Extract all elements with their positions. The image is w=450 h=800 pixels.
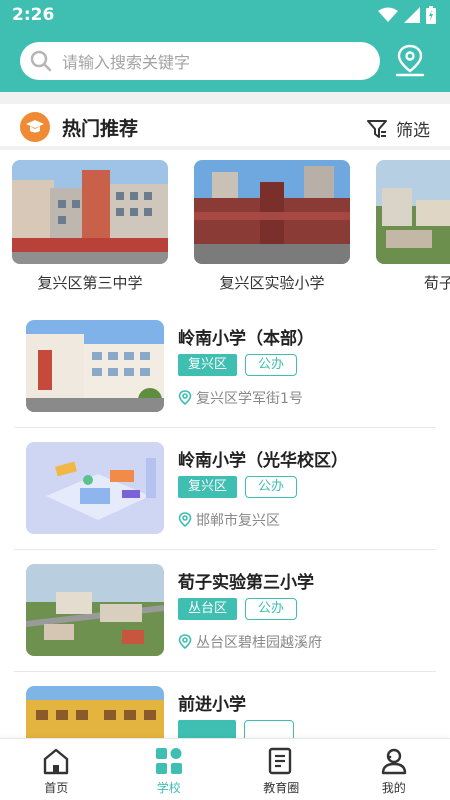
tab-label: 我的 [381,781,406,795]
school-name: 前进小学 [178,695,246,715]
school-list-item[interactable]: 岭南小学（光华校区） 复兴区 公办 邯郸市复兴区 [14,428,436,550]
featured-card[interactable]: 复兴区第三中学 [12,160,168,293]
school-photo [12,160,168,264]
featured-card[interactable]: 荀子实验 [376,160,450,293]
tab-school[interactable]: 学校 [113,739,226,800]
search-input[interactable]: 请输入搜索关键字 [20,42,380,80]
school-name: 荀子实验第三小学 [178,573,314,593]
status-bar: 2:26 [0,0,450,32]
school-type-tag: 公办 [245,354,298,376]
section-gap [0,92,450,104]
school-thumbnail [26,442,164,534]
school-type-tag: 公办 [245,476,298,498]
featured-name: 荀子实验 [423,274,450,292]
district-tag: 丛台区 [178,598,238,620]
news-icon [269,747,292,775]
school-photo [376,160,450,264]
battery-icon [426,6,436,24]
bottom-tab-bar: 首页 学校 教育圈 我的 [0,738,450,800]
featured-carousel[interactable]: 复兴区第三中学 复兴区实验小学 荀子实验 [0,160,450,300]
location-pin-icon [178,634,192,650]
featured-name: 复兴区实验小学 [219,274,325,292]
school-address: 丛台区碧桂园越溪府 [196,635,322,651]
tab-home[interactable]: 首页 [0,739,113,800]
school-list-item[interactable]: 岭南小学（本部） 复兴区 公办 复兴区学军街1号 [14,306,436,428]
search-placeholder: 请输入搜索关键字 [62,53,191,72]
tab-profile[interactable]: 我的 [338,739,450,800]
location-pin-icon [178,390,192,406]
graduation-cap-icon [20,112,50,142]
school-name: 岭南小学（本部） [178,329,314,349]
featured-name: 复兴区第三中学 [37,274,143,292]
location-pin-icon [178,512,192,528]
tab-label: 学校 [156,781,181,795]
school-address: 复兴区学军街1号 [196,391,303,407]
school-address: 邯郸市复兴区 [196,513,280,529]
school-thumbnail [26,320,164,412]
tab-label: 首页 [44,781,69,795]
tab-label: 教育圈 [263,781,300,795]
school-thumbnail [26,564,164,656]
profile-icon [381,748,406,775]
district-tag: 复兴区 [178,354,238,376]
hot-section-header: 热门推荐 筛选 [0,104,450,150]
filter-button[interactable]: 筛选 [366,116,430,141]
header: 请输入搜索关键字 [0,32,450,92]
signal-icon [404,7,420,23]
filter-icon [367,119,387,138]
tab-education-circle[interactable]: 教育圈 [225,739,338,800]
divider [0,146,450,150]
school-type-tag: 公办 [245,598,298,620]
status-time: 2:26 [12,5,55,25]
school-photo [194,160,350,264]
featured-card[interactable]: 复兴区实验小学 [194,160,350,293]
location-icon[interactable] [394,44,426,78]
filter-label: 筛选 [396,121,430,141]
school-icon [155,748,182,774]
school-list-item[interactable]: 荀子实验第三小学 丛台区 公办 丛台区碧桂园越溪府 [14,550,436,672]
wifi-icon [378,7,398,22]
home-icon [44,748,69,775]
hot-section-title: 热门推荐 [62,118,139,140]
school-name: 岭南小学（光华校区） [178,451,348,471]
district-tag: 复兴区 [178,476,238,498]
search-icon [30,50,52,72]
